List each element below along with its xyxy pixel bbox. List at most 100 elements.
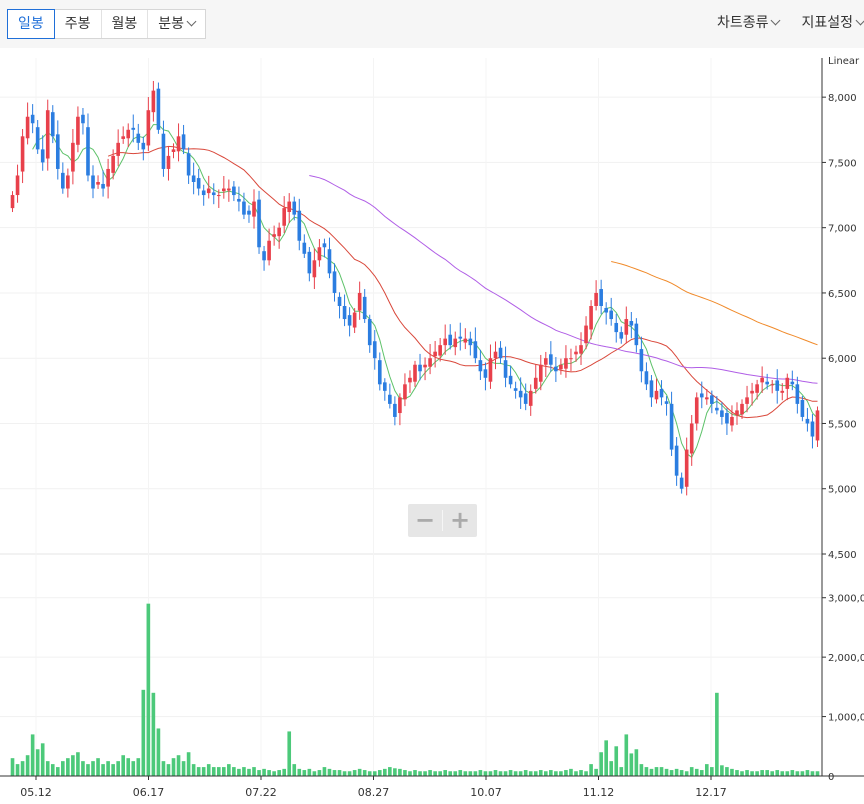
candle-body: [639, 349, 644, 372]
candle-body: [151, 90, 156, 113]
candle-body: [10, 195, 15, 209]
volume-bar: [106, 761, 110, 776]
volume-bar: [498, 771, 503, 776]
candle-body: [121, 136, 126, 139]
candle-body: [101, 183, 105, 189]
volume-bar: [810, 771, 815, 776]
volume-bar: [518, 771, 523, 776]
axes: 4,500 5,000 5,500 6,000 6,500 7,000 7,500 8,000…: [0, 56, 864, 799]
candle-body: [347, 315, 352, 326]
volume-bar: [574, 771, 578, 776]
stock-chart[interactable]: 4,500 5,000 5,500 6,000 6,500 7,000 7,500 8,000…: [0, 48, 864, 804]
candle-body: [383, 382, 387, 391]
candle-body: [377, 360, 382, 385]
zoom-in-button[interactable]: +: [443, 504, 477, 537]
volume-bar: [473, 771, 478, 776]
volume-bar: [614, 746, 619, 776]
volume-bar: [297, 768, 302, 776]
volume-bar: [121, 755, 126, 776]
candle-body: [428, 358, 432, 367]
volume-bar: [478, 770, 483, 776]
volume-tick-label: 0: [828, 772, 834, 783]
chart-toolbar: 일봉 주봉 월봉 분봉 차트종류 지표설정: [0, 0, 864, 48]
volume-bar: [428, 770, 432, 776]
volume-bar: [232, 767, 236, 776]
candle-body: [493, 351, 498, 359]
volume-bar: [176, 755, 181, 776]
volume-bar: [785, 771, 790, 776]
volume-bar: [533, 771, 538, 776]
candle-body: [513, 388, 518, 391]
tab-weekly[interactable]: 주봉: [55, 10, 102, 38]
volume-bar: [247, 768, 251, 776]
candle-body: [292, 201, 297, 215]
volume-bar: [775, 770, 780, 776]
candle-body: [166, 155, 171, 169]
x-tick-label: 12.17: [695, 786, 727, 799]
candle-body: [443, 338, 447, 346]
candle-body: [463, 338, 468, 343]
candle-body: [634, 323, 639, 346]
tab-monthly[interactable]: 월봉: [102, 10, 149, 38]
candle-body: [232, 186, 236, 196]
candle-body: [20, 136, 25, 172]
volume-bar: [287, 731, 292, 776]
volume-bar: [292, 764, 297, 776]
chart-type-menu[interactable]: 차트종류: [717, 12, 781, 32]
price-tick-label: 7,500: [828, 158, 857, 169]
tab-minute[interactable]: 분봉: [148, 10, 205, 38]
candle-body: [282, 208, 287, 226]
candle-body: [755, 384, 759, 393]
indicator-label: 지표설정: [801, 15, 853, 31]
volume-bar: [96, 758, 100, 776]
volume-bar: [86, 764, 90, 776]
candle-body: [629, 321, 634, 326]
volume-bar: [715, 692, 719, 776]
candle-body: [619, 332, 624, 339]
volume-bar: [166, 764, 171, 776]
candle-body: [604, 307, 608, 313]
volume-bar: [327, 768, 332, 776]
candle-body: [352, 312, 357, 328]
indicator-menu[interactable]: 지표설정: [801, 12, 864, 32]
volume-bar: [639, 764, 644, 776]
volume-bars: [10, 603, 820, 776]
volume-bar: [408, 771, 412, 776]
volume-bar: [267, 770, 271, 776]
candle-body: [25, 116, 30, 139]
candle-body: [684, 449, 689, 487]
candle-body: [644, 371, 649, 385]
volume-bar: [25, 755, 30, 776]
candle-body: [71, 142, 75, 172]
candle-body: [609, 310, 614, 320]
volume-bar: [679, 770, 684, 776]
zoom-out-button[interactable]: −: [408, 504, 442, 537]
volume-bar: [443, 770, 447, 776]
volume-bar: [161, 761, 166, 776]
volume-bar: [242, 767, 246, 776]
volume-bar: [146, 603, 151, 776]
volume-bar: [10, 758, 15, 776]
candle-body: [156, 88, 161, 130]
tab-daily[interactable]: 일봉: [7, 9, 55, 39]
chevron-down-icon: [186, 16, 197, 27]
x-tick-label: 08.27: [358, 786, 390, 799]
price-tick-label: 4,500: [828, 550, 857, 561]
volume-bar: [418, 771, 422, 776]
volume-bar: [594, 768, 598, 776]
volume-tick-label: 1,000,000: [828, 713, 864, 724]
volume-bar: [699, 770, 704, 776]
candle-body: [760, 377, 764, 383]
volume-bar: [488, 771, 493, 776]
volume-bar: [201, 767, 206, 776]
volume-bar: [463, 771, 468, 776]
volume-bar: [720, 765, 724, 776]
tab-minute-label: 분봉: [158, 16, 185, 32]
candle-body: [111, 155, 115, 173]
candle-body: [61, 172, 65, 189]
candles: [10, 80, 820, 496]
candle-body: [267, 240, 271, 261]
volume-bar: [624, 734, 629, 776]
volume-bar: [523, 770, 528, 776]
candle-body: [574, 351, 578, 355]
